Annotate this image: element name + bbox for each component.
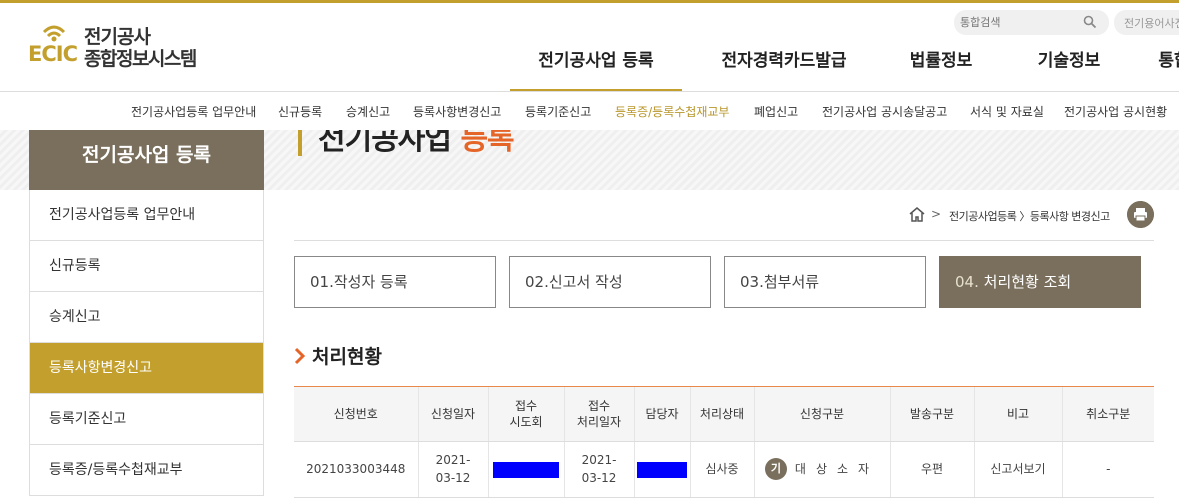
- th-delivery: 발송구분: [889, 387, 974, 442]
- step-03[interactable]: 03.첨부서류: [724, 256, 926, 308]
- th-receipt-assoc: 접수 시도회: [487, 387, 564, 442]
- dictionary-search-box[interactable]: 전기용어사전: [1114, 10, 1179, 35]
- sidebar-item-guide[interactable]: 전기공사업등록 업무안내: [30, 190, 263, 241]
- print-icon[interactable]: [1127, 201, 1154, 228]
- search-icon[interactable]: [1083, 15, 1097, 29]
- sidebar-title: 전기공사업 등록: [29, 130, 264, 190]
- logo[interactable]: ECIC 전기공사 종합정보시스템: [28, 22, 228, 70]
- section-title-text: 처리현황: [312, 346, 382, 368]
- type-text: 대상소자: [794, 462, 880, 476]
- breadcrumb-separator: >: [931, 207, 942, 221]
- banner-title-main: 전기공사업: [318, 130, 452, 157]
- sub-nav-item-reissue[interactable]: 등록증/등록수첩재교부: [615, 103, 729, 120]
- banner-title-highlight: 등록: [460, 130, 514, 157]
- sub-nav-item-disclosure[interactable]: 전기공사업 공시현황: [1064, 103, 1167, 120]
- cell-note: 신고서보기: [973, 441, 1062, 498]
- step-04[interactable]: 04. 처리현황 조회: [939, 256, 1141, 308]
- sub-nav-item-guide[interactable]: 전기공사업등록 업무안내: [131, 103, 256, 120]
- sidebar-item-new[interactable]: 신규등록: [30, 241, 263, 292]
- search-box: [954, 10, 1109, 35]
- view-report-link[interactable]: 신고서보기: [990, 462, 1045, 476]
- cell-manager: [633, 441, 690, 498]
- home-icon[interactable]: [908, 206, 926, 222]
- step-number: 03.: [740, 273, 764, 291]
- sidebar-item-change[interactable]: 등록사항변경신고: [30, 343, 263, 394]
- th-note: 비고: [973, 387, 1062, 442]
- sub-nav-item-public-notice[interactable]: 전기공사업 공시송달공고: [822, 103, 947, 120]
- step-label: 처리현황 조회: [983, 273, 1072, 291]
- content-divider: [294, 240, 1154, 241]
- banner-title: 전기공사업 등록: [318, 130, 515, 158]
- cell-type: 기 대상소자: [753, 441, 890, 498]
- step-number: 04.: [955, 273, 979, 291]
- sidebar-item-succession[interactable]: 승계신고: [30, 292, 263, 343]
- sidebar-menu: 전기공사업등록 업무안내 신규등록 승계신고 등록사항변경신고 등록기준신고 등…: [29, 190, 264, 496]
- logo-title-line2: 종합정보시스템: [84, 48, 197, 70]
- gnb-item-career-card[interactable]: 전자경력카드발급: [704, 44, 864, 92]
- step-label: 첨부서류: [763, 273, 820, 291]
- cell-cancel: -: [1061, 441, 1154, 498]
- step-number: 01.: [310, 273, 334, 291]
- redacted-block: [637, 461, 687, 478]
- th-receipt-date: 접수 처리일자: [563, 387, 634, 442]
- gnb-item-law[interactable]: 법률정보: [886, 44, 996, 92]
- table-header-row: 신청번호 신청일자 접수 시도회 접수 처리일자 담당자 처리상태 신청구분 발송구…: [294, 387, 1154, 442]
- sub-nav-item-new[interactable]: 신규등록: [278, 103, 322, 120]
- sub-nav: 전기공사업등록 업무안내 신규등록 승계신고 등록사항변경신고 등록기준신고 등…: [0, 92, 1179, 130]
- gnb-item-integrated[interactable]: 통합: [1144, 44, 1179, 92]
- sub-nav-item-succession[interactable]: 승계신고: [346, 103, 390, 120]
- th-app-date: 신청일자: [417, 387, 488, 442]
- th-status: 처리상태: [689, 387, 754, 442]
- banner-accent-bar: [298, 130, 302, 156]
- top-accent-border: [0, 0, 1179, 3]
- step-number: 02.: [525, 273, 549, 291]
- step-01[interactable]: 01.작성자 등록: [294, 256, 496, 308]
- cell-receipt-assoc: [487, 441, 564, 498]
- th-app-no: 신청번호: [294, 387, 418, 442]
- table-row: 2021033003448 2021- 03-12 2021- 03-12 심사중 …: [294, 441, 1154, 498]
- logo-mark-text: ECIC: [28, 42, 78, 66]
- cell-status: 심사중: [689, 441, 754, 498]
- th-manager: 담당자: [633, 387, 690, 442]
- chevron-right-icon: [294, 347, 306, 365]
- sub-nav-item-standard[interactable]: 등록기준신고: [525, 103, 591, 120]
- sidebar-item-standard[interactable]: 등록기준신고: [30, 394, 263, 445]
- cell-delivery: 우편: [889, 441, 974, 498]
- step-label: 신고서 작성: [548, 273, 623, 291]
- cell-app-no: 2021033003448: [294, 441, 418, 498]
- redacted-block: [493, 461, 559, 478]
- type-badge: 기: [764, 458, 787, 480]
- search-input[interactable]: [960, 13, 1080, 32]
- sub-nav-item-closure[interactable]: 폐업신고: [754, 103, 798, 120]
- gnb-item-tech[interactable]: 기술정보: [1014, 44, 1124, 92]
- sub-nav-item-forms[interactable]: 서식 및 자료실: [970, 103, 1044, 120]
- step-label: 작성자 등록: [333, 273, 408, 291]
- th-type: 신청구분: [753, 387, 890, 442]
- cell-app-date: 2021- 03-12: [417, 441, 488, 498]
- th-cancel: 취소구분: [1061, 387, 1154, 442]
- dictionary-search-placeholder: 전기용어사전: [1124, 17, 1179, 30]
- status-table: 신청번호 신청일자 접수 시도회 접수 처리일자 담당자 처리상태 신청구분 발송구…: [294, 387, 1154, 498]
- sidebar-item-reissue[interactable]: 등록증/등록수첩재교부: [30, 445, 263, 496]
- cell-receipt-date: 2021- 03-12: [563, 441, 634, 498]
- gnb-item-registration[interactable]: 전기공사업 등록: [510, 44, 682, 92]
- breadcrumb-path[interactable]: 전기공사업등록 〉등록사항 변경신고: [949, 208, 1110, 224]
- step-02[interactable]: 02.신고서 작성: [509, 256, 711, 308]
- sub-nav-item-change[interactable]: 등록사항변경신고: [413, 103, 501, 120]
